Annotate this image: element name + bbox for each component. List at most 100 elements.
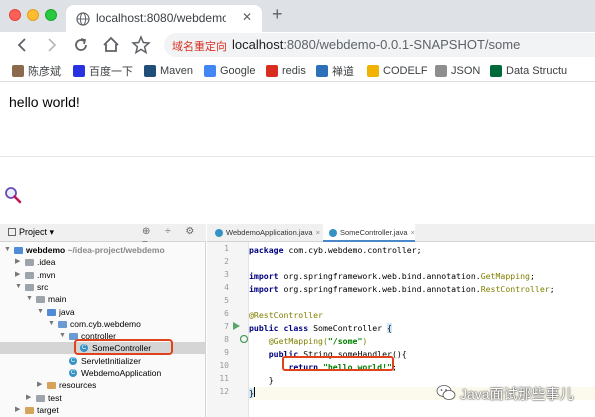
line-number: 8 xyxy=(224,335,229,344)
folder-icon xyxy=(47,382,56,390)
tree-item-src[interactable]: ▼ src xyxy=(0,281,205,293)
redirect-label: 域名重定向 xyxy=(172,41,227,53)
bookmark-json[interactable]: JSON xyxy=(435,63,480,79)
line-number: 12 xyxy=(219,387,229,396)
chevron-down-icon[interactable]: ▼ xyxy=(26,293,33,305)
tree-item--idea[interactable]: ▶ .idea xyxy=(0,256,205,268)
folder-icon xyxy=(25,283,34,291)
tree-item-label: com.cyb.webdemo xyxy=(70,318,141,329)
tree-item-label: src xyxy=(37,281,49,292)
project-icon xyxy=(8,228,16,236)
tree-item-target[interactable]: ▶ target xyxy=(0,404,205,416)
close-tab-icon[interactable]: × xyxy=(411,228,415,237)
bookmark-zentao[interactable]: 禅道 xyxy=(316,63,354,79)
bookmark-maven[interactable]: Maven xyxy=(144,63,193,79)
module-icon xyxy=(14,247,23,254)
folder-icon xyxy=(25,406,34,414)
avatar-icon xyxy=(12,65,24,77)
tree-item-com-cyb-webdemo[interactable]: ▼ com.cyb.webdemo xyxy=(0,318,205,330)
tab-some-controller[interactable]: SomeController.java × xyxy=(323,224,415,242)
class-icon: C xyxy=(69,369,77,377)
page-content: hello world! xyxy=(0,83,595,156)
minimize-window-button[interactable] xyxy=(27,9,39,21)
tree-item-label: test xyxy=(48,392,62,403)
code-line-6: @RestController xyxy=(249,310,323,320)
bookmark-google[interactable]: Google xyxy=(204,63,255,79)
line-number: 2 xyxy=(224,257,229,266)
tree-item-label: .idea xyxy=(37,257,56,268)
tree-item-label: java xyxy=(59,306,75,317)
text-caret xyxy=(253,387,255,397)
reload-icon[interactable] xyxy=(70,34,92,56)
tree-item-servletinitializer[interactable]: C ServletInitializer xyxy=(0,355,205,367)
chevron-right-icon[interactable]: ▶ xyxy=(26,392,31,404)
address-bar[interactable]: 域名重定向 localhost:8080/webdemo-0.0.1-SNAPS… xyxy=(164,33,595,57)
chevron-right-icon[interactable]: ▶ xyxy=(15,269,20,281)
chevron-down-icon[interactable]: ▼ xyxy=(15,281,22,293)
zentao-icon xyxy=(316,65,328,77)
forward-icon[interactable] xyxy=(40,34,62,56)
project-panel-header: Project ▾ ⊕ ÷ ⚙ − xyxy=(0,224,206,248)
class-icon xyxy=(215,229,223,237)
tree-item-java[interactable]: ▼ java xyxy=(0,306,205,318)
line-number: 6 xyxy=(224,309,229,318)
tree-item-label: main xyxy=(48,294,67,305)
url-host: localhost xyxy=(232,37,284,52)
watermark-text: Java面试那些事儿 xyxy=(460,386,574,402)
tree-item-test[interactable]: ▶ test xyxy=(0,392,205,404)
bookmarks-bar: 陈彦斌 百度一下 Maven Google redis 禅道 CODELF JS… xyxy=(0,60,595,82)
paw-icon xyxy=(73,65,85,77)
tree-item-webdemo[interactable]: ▼ webdemo ~/idea-project/webdemo xyxy=(0,244,205,256)
tree-item-resources[interactable]: ▶ resources xyxy=(0,379,205,391)
folder-icon xyxy=(36,394,45,402)
new-tab-button[interactable]: + xyxy=(272,4,283,25)
bookmark-data-structure[interactable]: Data Structu xyxy=(490,63,567,79)
bookmark-codelf[interactable]: CODELF xyxy=(367,63,428,79)
close-tab-icon[interactable]: × xyxy=(316,228,320,237)
browser-tab[interactable]: localhost:8080/webdemo-0.0.1- ✕ xyxy=(66,5,262,32)
tree-item-label: ServletInitializer xyxy=(81,355,141,366)
usf-icon xyxy=(490,65,502,77)
code-line-4: import org.springframework.web.bind.anno… xyxy=(249,284,555,294)
chevron-down-icon[interactable]: ▼ xyxy=(59,330,66,342)
star-icon[interactable] xyxy=(130,34,152,56)
package-icon xyxy=(58,320,67,328)
folder-icon xyxy=(25,271,34,279)
bookmark-baidu[interactable]: 百度一下 xyxy=(73,63,133,79)
google-icon xyxy=(204,65,216,77)
tab-webdemo-application[interactable]: WebdemoApplication.java × xyxy=(209,224,320,242)
back-icon[interactable] xyxy=(12,34,34,56)
url-text[interactable]: localhost:8080/webdemo-0.0.1-SNAPSHOT/so… xyxy=(232,37,520,52)
tree-item-webdemoapplication[interactable]: C WebdemoApplication xyxy=(0,367,205,379)
project-panel-title[interactable]: Project ▾ xyxy=(8,227,54,238)
chevron-right-icon[interactable]: ▶ xyxy=(15,404,20,416)
maximize-window-button[interactable] xyxy=(45,9,57,21)
close-tab-icon[interactable]: ✕ xyxy=(242,10,252,24)
tree-item-label: WebdemoApplication xyxy=(81,368,162,378)
tab-title: localhost:8080/webdemo-0.0.1- xyxy=(96,11,226,25)
chevron-down-icon[interactable]: ▼ xyxy=(37,306,44,318)
run-gutter-icon[interactable] xyxy=(232,322,240,330)
chevron-right-icon[interactable]: ▶ xyxy=(37,379,42,391)
line-number: 4 xyxy=(224,283,229,292)
url-path: :8080/webdemo-0.0.1-SNAPSHOT/some xyxy=(283,37,521,52)
code-line-7: public class SomeController { xyxy=(249,323,392,333)
home-icon[interactable] xyxy=(100,34,122,56)
close-window-button[interactable] xyxy=(9,9,21,21)
folder-icon xyxy=(25,259,34,267)
line-number: 3 xyxy=(224,270,229,279)
bookmark-redis[interactable]: redis xyxy=(266,63,306,79)
code-line-3: import org.springframework.web.bind.anno… xyxy=(249,271,535,281)
bean-gutter-icon[interactable] xyxy=(240,335,248,343)
chevron-down-icon[interactable]: ▼ xyxy=(48,318,55,330)
code-line-1: package com.cyb.webdemo.controller; xyxy=(249,245,422,255)
globe-icon xyxy=(435,65,447,77)
tree-item--mvn[interactable]: ▶ .mvn xyxy=(0,269,205,281)
bookmark-chenyanbin[interactable]: 陈彦斌 xyxy=(12,63,61,79)
line-number: 5 xyxy=(224,296,229,305)
page-text: hello world! xyxy=(9,94,80,110)
chevron-right-icon[interactable]: ▶ xyxy=(15,256,20,268)
tree-item-main[interactable]: ▼ main xyxy=(0,293,205,305)
tree-item-label: .mvn xyxy=(37,269,56,280)
chevron-down-icon[interactable]: ▼ xyxy=(4,244,11,256)
